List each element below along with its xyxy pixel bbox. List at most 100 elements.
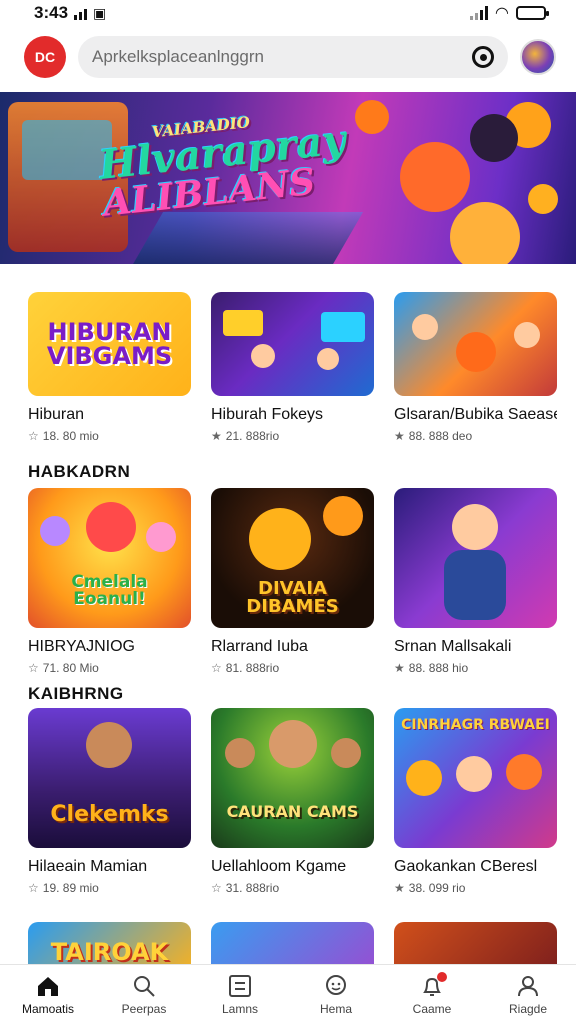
nav-label: Peerpas (121, 1001, 167, 1016)
nav-item-chat[interactable]: Hema (291, 974, 381, 1016)
download-count: 88. 888 deo (408, 429, 473, 443)
section-heading: HABKADRN (28, 462, 131, 481)
game-meta: ★ 21. 888rio (211, 429, 374, 443)
download-count: 88. 888 hio (408, 661, 469, 675)
game-thumbnail[interactable] (211, 292, 374, 396)
download-count: 19. 89 mio (42, 881, 99, 895)
game-meta: ☆ 71. 80 Mio (28, 661, 191, 675)
game-thumbnail[interactable] (394, 488, 557, 628)
game-meta: ☆ 18. 80 mio (28, 429, 191, 443)
game-title: Hilaeain Mamian (28, 858, 148, 875)
section-heading: KAIBHRNG (28, 684, 124, 703)
star-icon: ☆ (211, 661, 222, 675)
banner-title: VAIABADIO Hlvarapray ALIBLANS (96, 109, 348, 225)
character-art (225, 738, 255, 768)
character-art (251, 344, 275, 368)
thumbnail-text: CAURAN CAMS (226, 802, 359, 821)
game-meta: ★ 88. 888 hio (394, 661, 557, 675)
game-title: HIBRYAJNIOG (28, 638, 135, 655)
game-thumbnail[interactable]: DIVAIA DIBAMES (211, 488, 374, 628)
orb-art (528, 184, 558, 214)
home-icon (35, 974, 61, 998)
game-card[interactable]: Clekemks Hilaeain Mamian ☆ 19. 89 mio (28, 708, 191, 895)
game-meta: ☆ 81. 888rio (211, 661, 374, 675)
arcade-screen-art (223, 310, 263, 336)
game-thumbnail[interactable] (394, 292, 557, 396)
game-thumbnail[interactable]: HIBURAN VIBGAMS (28, 292, 191, 396)
character-art (331, 738, 361, 768)
wifi-icon: ◠ (495, 5, 508, 22)
star-icon: ★ (211, 429, 222, 443)
search-box[interactable] (78, 36, 508, 78)
nav-label: Mamoatis (21, 1001, 74, 1016)
star-icon: ☆ (211, 881, 222, 895)
game-card[interactable]: Hiburah Fokeys ★ 21. 888rio (211, 292, 374, 443)
character-art (456, 332, 496, 372)
download-count: 31. 888rio (225, 881, 280, 895)
game-card[interactable]: CAURAN CAMS Uellahloom Kgame ☆ 31. 888rio (211, 708, 374, 895)
arcade-screen-art (321, 312, 365, 342)
game-meta: ☆ 19. 89 mio (28, 881, 191, 895)
status-bar: 3:43 ▣ ◠ (0, 0, 576, 26)
game-title: Hiburah Fokeys (211, 406, 324, 423)
star-icon: ☆ (28, 429, 39, 443)
game-card[interactable]: Glsaran/Bubika Saease ★ 88. 888 deo (394, 292, 557, 443)
search-input[interactable] (92, 47, 462, 67)
search-header: DC (0, 26, 576, 88)
character-art (323, 496, 363, 536)
character-art (412, 314, 438, 340)
game-card[interactable]: Cmelala Eoanul! HIBRYAJNIOG ☆ 71. 80 Mio (28, 488, 191, 675)
thumbnail-text: DIVAIA DIBAMES (246, 578, 339, 617)
character-art (400, 142, 470, 212)
nav-item-search[interactable]: Peerpas (99, 974, 189, 1016)
bottom-navigation: Mamoatis Peerpas Lamns Hema Caame Riagde (0, 964, 576, 1024)
orb-art (355, 100, 389, 134)
game-meta: ☆ 31. 888rio (211, 881, 374, 895)
download-count: 21. 888rio (225, 429, 280, 443)
list-icon (227, 974, 253, 998)
game-card[interactable]: CINRHAGR RBWAEI Gaokankan CBeresl ★ 38. 0… (394, 708, 557, 895)
thumbnail-text: Cmelala Eoanul! (71, 572, 148, 609)
game-card[interactable]: Srnan Mallsakali ★ 88. 888 hio (394, 488, 557, 675)
nav-item-notifications[interactable]: Caame (387, 971, 477, 1016)
status-time: 3:43 (34, 3, 69, 22)
game-thumbnail[interactable]: CAURAN CAMS (211, 708, 374, 848)
notification-icon: ▣ (93, 4, 107, 21)
download-count: 18. 80 mio (42, 429, 99, 443)
game-thumbnail[interactable]: CINRHAGR RBWAEI (394, 708, 557, 848)
nav-label: Riagde (508, 1001, 548, 1016)
thumbnail-text: CINRHAGR RBWAEI (401, 717, 550, 733)
star-icon: ★ (394, 881, 405, 895)
game-thumbnail[interactable]: Cmelala Eoanul! (28, 488, 191, 628)
nav-label: Lamns (221, 1001, 259, 1016)
nav-item-home[interactable]: Mamoatis (3, 974, 93, 1016)
download-count: 81. 888rio (225, 661, 280, 675)
thumbnail-text: Clekemks (50, 802, 169, 827)
search-icon (131, 974, 157, 998)
game-card[interactable]: HIBURAN VIBGAMS Hiburan ☆ 18. 80 mio (28, 292, 191, 443)
game-card[interactable]: DIVAIA DIBAMES Rlarrand Iuba ☆ 81. 888rio (211, 488, 374, 675)
neon-road-art (116, 212, 364, 264)
nav-label: Hema (319, 1001, 352, 1016)
game-title: Hiburan (28, 406, 85, 423)
game-meta: ★ 88. 888 deo (394, 429, 557, 443)
game-meta: ★ 38. 099 rio (394, 881, 557, 895)
nav-item-list[interactable]: Lamns (195, 974, 285, 1016)
character-art (249, 508, 311, 570)
star-icon: ☆ (28, 661, 39, 675)
star-icon: ☆ (28, 881, 39, 895)
chat-icon (323, 974, 349, 998)
featured-banner[interactable]: VAIABADIO Hlvarapray ALIBLANS (0, 92, 576, 264)
nav-label: Caame (412, 1001, 452, 1016)
character-art (470, 114, 518, 162)
game-title: Gaokankan CBeresl (394, 858, 538, 875)
character-art (86, 502, 136, 552)
download-count: 71. 80 Mio (42, 661, 99, 675)
character-art (444, 550, 506, 620)
nav-item-profile[interactable]: Riagde (483, 974, 573, 1016)
avatar[interactable] (520, 39, 556, 75)
app-logo[interactable]: DC (24, 36, 66, 78)
game-thumbnail[interactable]: Clekemks (28, 708, 191, 848)
star-icon: ★ (394, 429, 405, 443)
lens-icon[interactable] (472, 46, 494, 68)
